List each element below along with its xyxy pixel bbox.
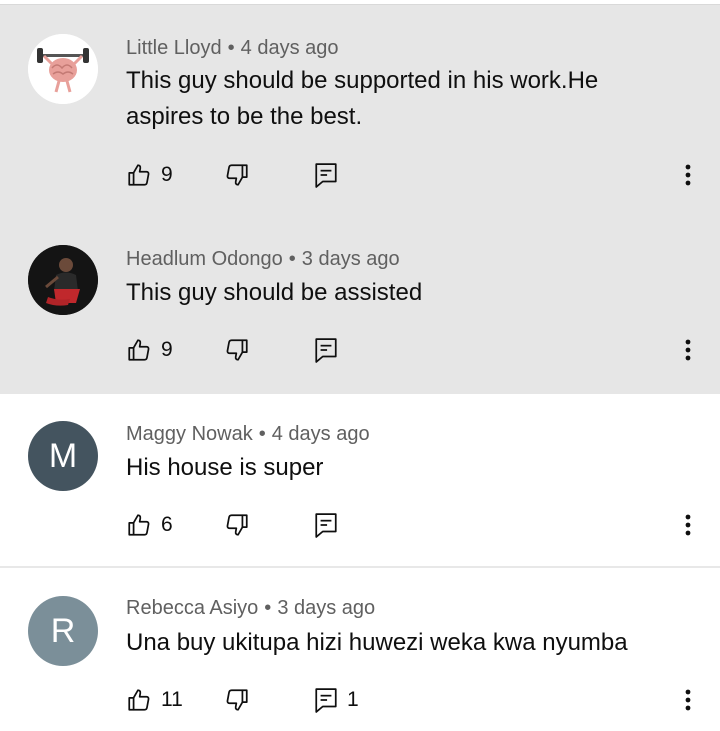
comment-actions: 11 1 [126,685,686,715]
like-button[interactable]: 9 [126,160,173,190]
comment-text: This guy should be supported in his work… [126,67,599,130]
comment-meta: Maggy Nowak • 4 days ago [126,423,370,446]
avatar[interactable] [28,34,98,104]
meta-separator: • [288,248,296,270]
comment-time[interactable]: 4 days ago [241,37,339,59]
comment-actions: 6 [126,510,686,540]
reply-comment-icon [315,163,337,188]
dislike-button[interactable] [224,510,250,540]
like-button[interactable]: 9 [126,335,173,365]
comment-text: This guy should be assisted [126,279,423,306]
like-button[interactable]: 6 [126,510,173,540]
reply-count: 1 [347,688,359,711]
reply-button[interactable]: 1 [314,685,359,715]
reply-button[interactable] [314,335,338,365]
like-count: 6 [161,513,173,536]
comment-item: R Rebecca Asiyo • 3 days ago Una buy ukitu… [0,568,720,731]
person-photo-icon [28,245,98,315]
thumbs-up-icon [128,164,150,186]
dislike-button[interactable] [224,335,250,365]
meta-separator: • [227,37,235,59]
thumbs-up-icon [128,339,150,361]
thumbs-down-icon [226,689,248,711]
comment-time[interactable]: 4 days ago [272,423,370,445]
comment-item: M Maggy Nowak • 4 days ago His house is su… [0,394,720,566]
meta-separator: • [258,423,266,445]
comment-author[interactable]: Little Lloyd [126,37,222,59]
more-vertical-icon [685,339,691,361]
comment-actions: 9 [126,335,686,365]
comment-time[interactable]: 3 days ago [277,597,375,619]
comment-item: Little Lloyd • 4 days ago This guy should … [0,5,720,218]
thumbs-up-icon [128,689,150,711]
more-options-button[interactable] [678,510,698,540]
dislike-button[interactable] [224,160,250,190]
like-count: 9 [161,338,173,361]
avatar[interactable] [28,245,98,315]
avatar-letter: R [50,611,76,650]
avatar[interactable]: R [28,596,98,666]
comment-meta: Rebecca Asiyo • 3 days ago [126,597,375,620]
reply-comment-icon [315,688,337,713]
more-vertical-icon [685,514,691,536]
more-vertical-icon [685,164,691,186]
comment-author[interactable]: Rebecca Asiyo [126,597,258,619]
reply-button[interactable] [314,160,338,190]
like-count: 9 [161,163,173,186]
more-options-button[interactable] [678,335,698,365]
comment-actions: 9 [126,160,686,190]
avatar[interactable]: M [28,421,98,491]
like-button[interactable]: 11 [126,685,183,715]
thumbs-down-icon [226,514,248,536]
comment-item: Headlum Odongo • 3 days ago This guy shoul… [0,218,720,394]
brain-lifting-barbell-icon [28,34,98,104]
comment-text: His house is super [126,454,324,481]
like-count: 11 [161,688,183,711]
thumbs-up-icon [128,514,150,536]
reply-button[interactable] [314,510,338,540]
reply-comment-icon [315,338,337,363]
more-vertical-icon [685,689,691,711]
meta-separator: • [264,597,272,619]
comment-meta: Little Lloyd • 4 days ago [126,37,339,60]
comment-author[interactable]: Maggy Nowak [126,423,253,445]
thumbs-down-icon [226,339,248,361]
comment-text: Una buy ukitupa hizi huwezi weka kwa nyu… [126,629,628,656]
comment-meta: Headlum Odongo • 3 days ago [126,248,400,271]
comment-time[interactable]: 3 days ago [302,248,400,270]
comment-author[interactable]: Headlum Odongo [126,248,283,270]
more-options-button[interactable] [678,160,698,190]
thumbs-down-icon [226,164,248,186]
dislike-button[interactable] [224,685,250,715]
more-options-button[interactable] [678,685,698,715]
reply-comment-icon [315,513,337,538]
avatar-letter: M [48,436,78,475]
